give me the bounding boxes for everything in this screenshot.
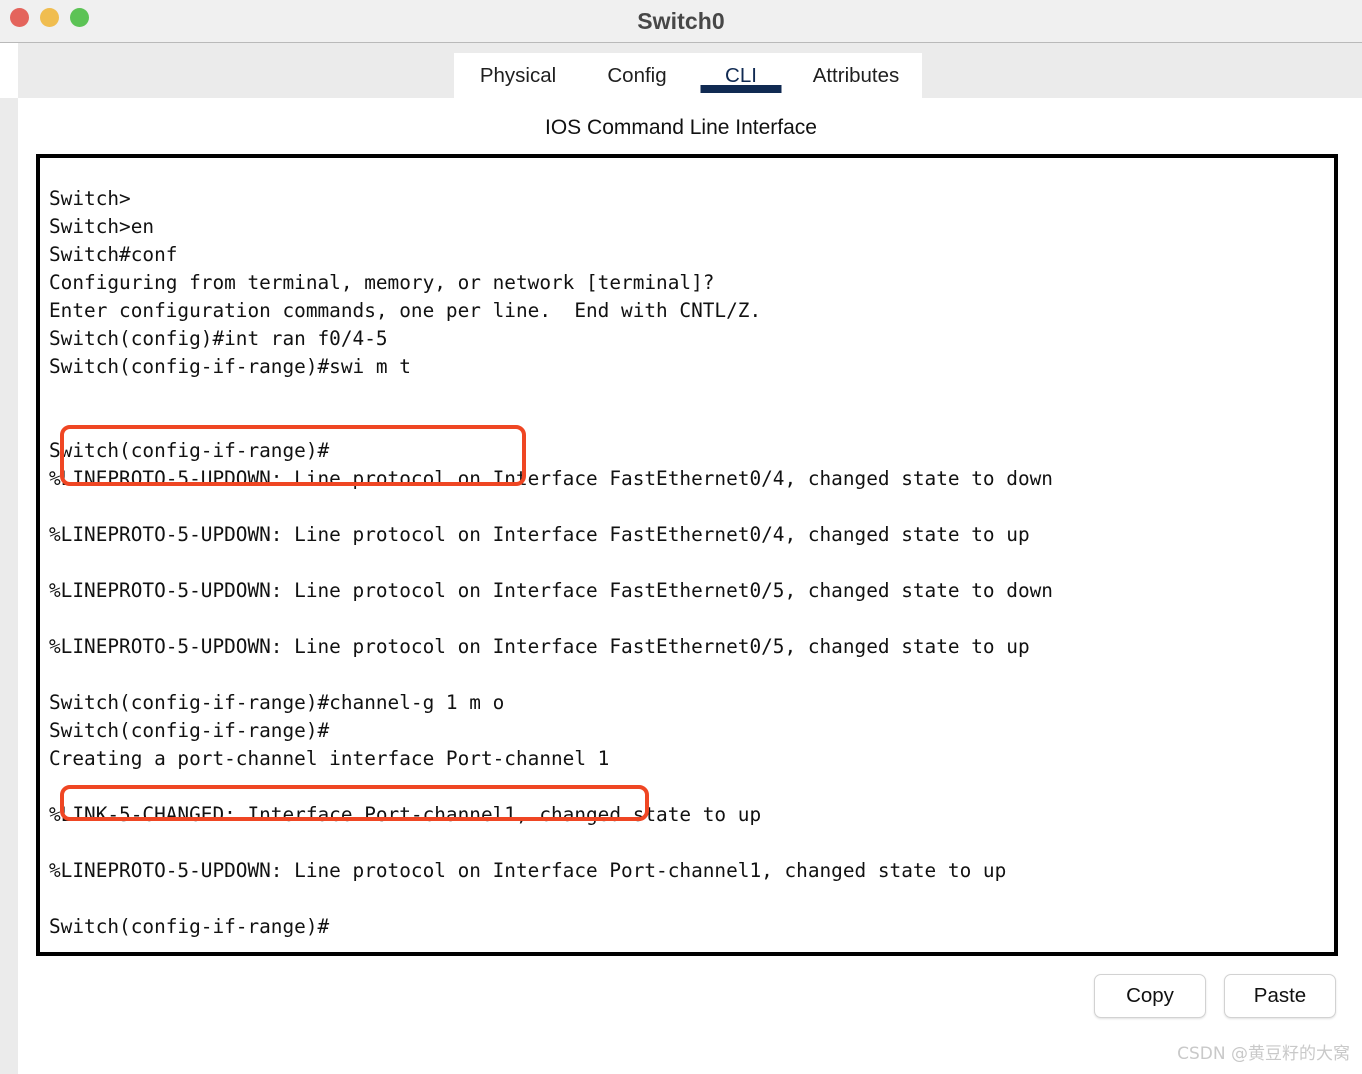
watermark: CSDN @黄豆籽的大窝 <box>1177 1044 1350 1064</box>
copy-button[interactable]: Copy <box>1094 974 1206 1018</box>
tab-physical-label: Physical <box>479 64 557 87</box>
cli-page: IOS Command Line Interface Switch> Switc… <box>18 98 1362 1074</box>
terminal-panel[interactable]: Switch> Switch>en Switch#conf Configurin… <box>36 154 1338 956</box>
tab-attributes[interactable]: Attributes <box>790 53 922 98</box>
action-button-row: Copy Paste <box>18 974 1344 1018</box>
tab-attributes-label: Attributes <box>812 64 900 87</box>
switch0-window: Switch0 Physical Config CLI Attributes I… <box>0 0 1362 1074</box>
page-title: IOS Command Line Interface <box>545 116 817 139</box>
tab-cli-label: CLI <box>725 64 757 87</box>
titlebar: Switch0 <box>0 0 1362 43</box>
tab-config-label: Config <box>607 64 667 87</box>
tabstrip-left-filler <box>0 43 18 98</box>
paste-button[interactable]: Paste <box>1224 974 1336 1018</box>
tab-bar: Physical Config CLI Attributes <box>454 53 922 98</box>
tab-cli[interactable]: CLI <box>692 53 790 98</box>
window-title: Switch0 <box>637 8 725 34</box>
left-gutter <box>0 98 18 1074</box>
terminal-output: Switch> Switch>en Switch#conf Configurin… <box>49 187 1053 938</box>
tab-config[interactable]: Config <box>582 53 692 98</box>
tab-physical[interactable]: Physical <box>454 53 582 98</box>
